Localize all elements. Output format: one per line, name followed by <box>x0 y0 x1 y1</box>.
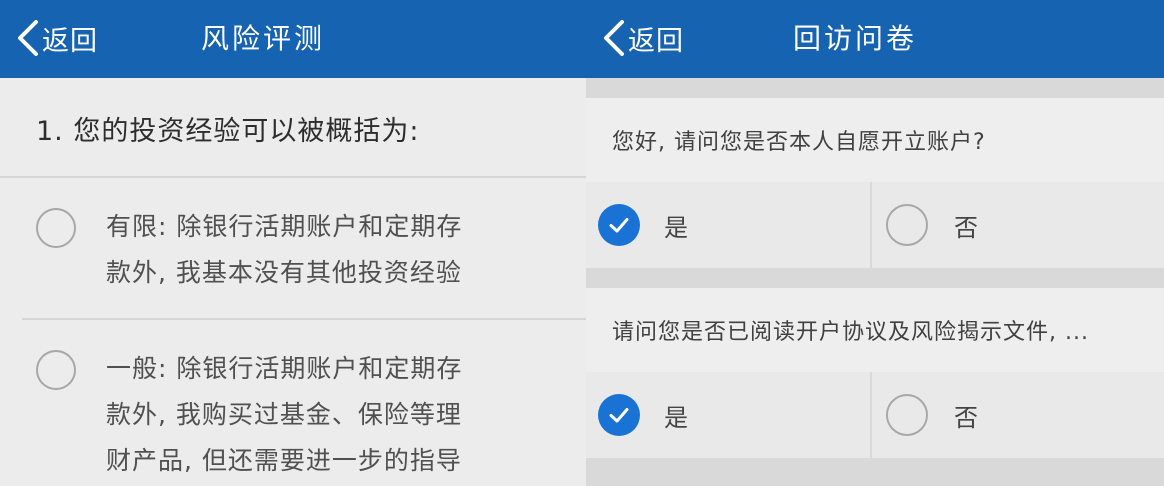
option-line: 款外, 我基本没有其他投资经验 <box>106 258 462 287</box>
radio-button[interactable] <box>886 394 928 436</box>
section-gap <box>586 78 1164 98</box>
follow-up-questionnaire-screen: 返回 回访问卷 您好, 请问您是否本人自愿开立账户? 是 否 请问您是否已阅读开… <box>586 0 1164 486</box>
question-heading: 1. 您的投资经验可以被概括为: <box>36 115 420 147</box>
answer-label: 是 <box>664 213 688 242</box>
section-gap <box>586 458 1164 486</box>
option-limited[interactable]: 有限: 除银行活期账户和定期存 款外, 我基本没有其他投资经验 <box>0 178 586 318</box>
option-line: 有限: 除银行活期账户和定期存 <box>106 212 463 241</box>
screens: 返回 风险评测 1. 您的投资经验可以被概括为: 有限: 除银行活期账户和定期存… <box>0 0 1164 486</box>
radio-button[interactable] <box>36 350 76 390</box>
answer-no[interactable]: 否 <box>872 182 1164 268</box>
section-gap <box>586 268 1164 288</box>
navbar: 返回 风险评测 <box>0 0 586 78</box>
answer-label: 是 <box>664 403 688 432</box>
risk-assessment-screen: 返回 风险评测 1. 您的投资经验可以被概括为: 有限: 除银行活期账户和定期存… <box>0 0 586 486</box>
answer-yes[interactable]: 是 <box>586 182 870 268</box>
check-circle-icon[interactable] <box>598 204 640 246</box>
radio-button[interactable] <box>886 204 928 246</box>
answer-label: 否 <box>954 213 978 242</box>
option-general[interactable]: 一般: 除银行活期账户和定期存 款外, 我购买过基金、保险等理 财产品, 但还需… <box>0 320 586 486</box>
answer-row: 是 否 <box>586 182 1164 268</box>
option-text: 有限: 除银行活期账户和定期存 款外, 我基本没有其他投资经验 <box>106 204 486 296</box>
page-title: 回访问卷 <box>792 22 917 55</box>
radio-button[interactable] <box>36 208 76 248</box>
question-text: 您好, 请问您是否本人自愿开立账户? <box>586 98 1164 182</box>
navbar: 返回 回访问卷 <box>586 0 1164 78</box>
option-line: 财产品, 但还需要进一步的指导 <box>106 446 462 475</box>
question-text: 请问您是否已阅读开户协议及风险揭示文件, ... <box>586 288 1164 372</box>
page-title: 风险评测 <box>200 22 325 55</box>
answer-row: 是 否 <box>586 372 1164 458</box>
check-circle-icon[interactable] <box>598 394 640 436</box>
answer-label: 否 <box>954 403 978 432</box>
option-line: 款外, 我购买过基金、保险等理 <box>106 400 462 429</box>
option-text: 一般: 除银行活期账户和定期存 款外, 我购买过基金、保险等理 财产品, 但还需… <box>106 346 486 484</box>
answer-yes[interactable]: 是 <box>586 372 870 458</box>
option-line: 一般: 除银行活期账户和定期存 <box>106 354 463 383</box>
answer-no[interactable]: 否 <box>872 372 1164 458</box>
